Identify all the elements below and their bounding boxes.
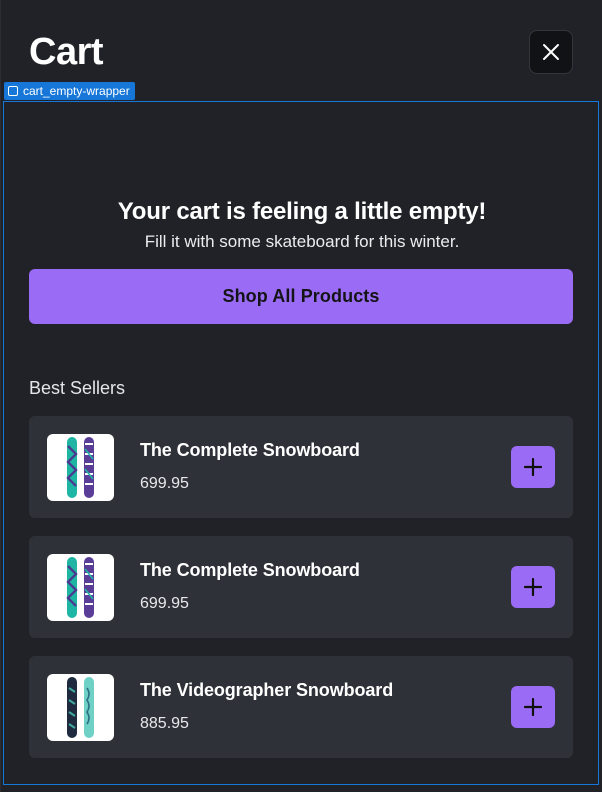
product-price: 699.95 (140, 475, 189, 492)
best-sellers-heading: Best Sellers (29, 378, 126, 398)
product-name[interactable]: The Complete Snowboard (140, 560, 360, 581)
product-thumbnail[interactable] (47, 434, 114, 501)
cart-title: Cart (29, 31, 104, 73)
cart-drawer: Cart cart_empty-wrapper Your cart is fee… (0, 0, 602, 792)
debug-element-label: cart_empty-wrapper (4, 82, 135, 100)
add-to-cart-button[interactable] (511, 686, 555, 728)
empty-cart-title: Your cart is feeling a little empty! (117, 198, 487, 225)
product-card[interactable]: The Videographer Snowboard 885.95 (29, 656, 573, 758)
product-card[interactable]: The Complete Snowboard 699.95 (29, 536, 573, 638)
product-thumbnail[interactable] (47, 674, 114, 741)
plus-icon (524, 458, 542, 476)
product-price: 885.95 (140, 715, 189, 732)
navy-mint-snowboard-icon (67, 677, 94, 738)
close-icon (543, 44, 559, 60)
plus-icon (524, 578, 542, 596)
debug-element-label-text: cart_empty-wrapper (23, 84, 130, 98)
add-to-cart-button[interactable] (511, 566, 555, 608)
close-button[interactable] (529, 30, 573, 74)
teal-purple-snowboard-icon (66, 437, 94, 498)
teal-purple-snowboard-icon (66, 557, 94, 618)
shop-all-products-button[interactable]: Shop All Products (29, 269, 573, 324)
add-to-cart-button[interactable] (511, 446, 555, 488)
product-name[interactable]: The Complete Snowboard (140, 440, 360, 461)
empty-cart-subtitle: Fill it with some skateboard for this wi… (144, 232, 460, 251)
element-icon (8, 86, 18, 96)
plus-icon (524, 698, 542, 716)
product-card[interactable]: The Complete Snowboard 699.95 (29, 416, 573, 518)
product-price: 699.95 (140, 595, 189, 612)
product-thumbnail[interactable] (47, 554, 114, 621)
product-name[interactable]: The Videographer Snowboard (140, 680, 393, 701)
